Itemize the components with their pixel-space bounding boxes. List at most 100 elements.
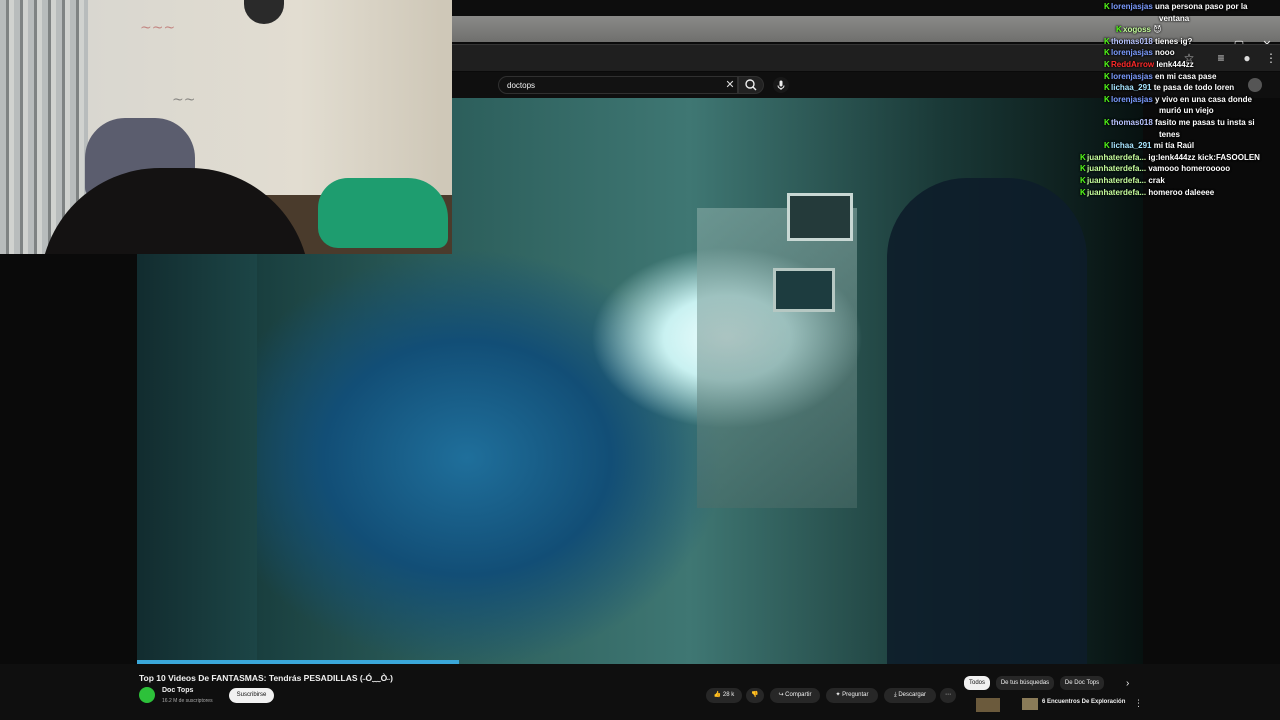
chat-username[interactable]: lorenjasjas bbox=[1111, 72, 1155, 81]
kick-badge-icon: K bbox=[1104, 118, 1110, 127]
subscribe-button[interactable]: Suscribirse bbox=[229, 688, 274, 703]
chat-message: Kxogoss 😈 bbox=[1116, 24, 1280, 35]
kick-badge-icon: K bbox=[1104, 60, 1110, 69]
kick-badge-icon: K bbox=[1104, 83, 1110, 93]
chat-text: crak bbox=[1148, 176, 1165, 185]
search-button[interactable] bbox=[738, 76, 764, 94]
like-button[interactable]: 👍 28 k bbox=[706, 688, 742, 703]
chat-username[interactable]: xogoss bbox=[1123, 25, 1153, 34]
share-label: Compartir bbox=[785, 692, 812, 698]
chat-message: tenes bbox=[1159, 129, 1180, 140]
chat-text: vamooo homerooooo bbox=[1148, 164, 1231, 174]
kick-badge-icon: K bbox=[1080, 187, 1086, 197]
video-frame-monitor-2 bbox=[773, 268, 835, 312]
dislike-button[interactable]: 👎 bbox=[746, 688, 764, 703]
recommendation-menu-icon[interactable]: ⋮ bbox=[1134, 698, 1143, 709]
kick-badge-icon: K bbox=[1104, 36, 1110, 46]
kick-badge-icon: K bbox=[1104, 2, 1110, 11]
kick-badge-icon: K bbox=[1104, 94, 1110, 104]
chat-text: una persona paso por la bbox=[1155, 2, 1248, 11]
chat-username[interactable]: lorenjasjas bbox=[1111, 95, 1155, 104]
video-frame-monitor bbox=[787, 193, 853, 241]
recommendation-thumbnail-2[interactable] bbox=[1022, 698, 1038, 710]
chip-from-channel[interactable]: De Doc Tops bbox=[1060, 676, 1104, 690]
recommendation-title[interactable]: 6 Encuentros De Exploración bbox=[1042, 699, 1125, 705]
search-input[interactable]: doctops bbox=[498, 76, 738, 94]
ask-button[interactable]: ✦ Preguntar bbox=[826, 688, 878, 703]
chat-username[interactable]: lorenjasjas bbox=[1111, 2, 1155, 11]
chat-username[interactable]: thomas018 bbox=[1111, 37, 1155, 46]
chat-text: lenk444zz bbox=[1156, 60, 1194, 69]
video-frame-machine bbox=[697, 208, 857, 508]
kick-badge-icon: K bbox=[1080, 152, 1086, 162]
chat-text: mi tía Raúl bbox=[1153, 141, 1195, 151]
chat-message: Klorenjasjas y vivo en una casa donde bbox=[1104, 94, 1280, 105]
webcam-overlay: ~~~ ~~ bbox=[0, 0, 452, 254]
chat-message: murió un viejo bbox=[1159, 105, 1214, 116]
chat-username[interactable]: juanhaterdefa... bbox=[1087, 188, 1148, 197]
like-count: 28 k bbox=[722, 692, 735, 698]
video-title: Top 10 Videos De FANTASMAS: Tendrás PESA… bbox=[139, 673, 393, 683]
webcam-lamp bbox=[244, 0, 284, 24]
share-icon: ↪ bbox=[778, 692, 784, 698]
chat-message: Klorenjasjas una persona paso por la bbox=[1104, 1, 1280, 12]
chat-message: Klorenjasjas nooo bbox=[1104, 47, 1280, 58]
chat-message: Kjuanhaterdefa... crak bbox=[1080, 175, 1280, 186]
close-icon[interactable]: ✕ bbox=[724, 79, 736, 91]
chat-message: Klichaa_291 te pasa de todo loren bbox=[1104, 82, 1280, 93]
chat-text: y vivo en una casa donde bbox=[1155, 94, 1252, 104]
chat-overlay: Klorenjasjas una persona paso por la vent… bbox=[1080, 0, 1280, 200]
kick-badge-icon: K bbox=[1080, 164, 1086, 174]
kick-badge-icon: K bbox=[1080, 176, 1086, 185]
chip-from-searches[interactable]: De tus búsquedas bbox=[996, 676, 1054, 690]
chat-username[interactable]: lichaa_291 bbox=[1111, 141, 1154, 150]
kick-badge-icon: K bbox=[1104, 48, 1110, 58]
more-icon: ⋯ bbox=[945, 692, 951, 698]
thumbs-up-icon: 👍 bbox=[713, 692, 722, 698]
chat-text: tienes ig? bbox=[1155, 36, 1193, 46]
more-actions-button[interactable]: ⋯ bbox=[940, 688, 956, 703]
chevron-right-icon[interactable]: › bbox=[1126, 678, 1129, 689]
sparkle-icon: ✦ bbox=[835, 692, 841, 698]
thumbs-down-icon: 👎 bbox=[751, 692, 759, 698]
channel-avatar[interactable] bbox=[139, 687, 155, 703]
chat-text: te pasa de todo loren bbox=[1153, 83, 1235, 93]
kick-badge-icon: K bbox=[1104, 141, 1110, 151]
chat-message: Kjuanhaterdefa... ig:lenk444zz kick:FASO… bbox=[1080, 152, 1280, 163]
chat-text: murió un viejo bbox=[1159, 106, 1214, 116]
chat-message: Kjuanhaterdefa... homeroo daleeee bbox=[1080, 187, 1280, 198]
chat-text: en mi casa pase bbox=[1155, 71, 1217, 81]
chat-text: nooo bbox=[1155, 48, 1175, 58]
recommendation-thumbnail[interactable] bbox=[976, 698, 1000, 712]
download-icon: ⤓ bbox=[893, 692, 897, 698]
chip-all[interactable]: Todos bbox=[964, 676, 990, 690]
voice-search-button[interactable] bbox=[773, 77, 789, 93]
ask-label: Preguntar bbox=[842, 692, 869, 698]
chat-username[interactable]: thomas018 bbox=[1111, 118, 1155, 127]
chat-username[interactable]: juanhaterdefa... bbox=[1087, 153, 1148, 162]
chat-username[interactable]: juanhaterdefa... bbox=[1087, 164, 1148, 173]
download-label: Descargar bbox=[898, 692, 926, 698]
chat-text: ig:lenk444zz kick:FASOOLEN bbox=[1148, 152, 1260, 162]
chat-text: homeroo daleeee bbox=[1148, 187, 1215, 197]
chat-message: Kthomas018 tienes ig? bbox=[1104, 36, 1280, 47]
chat-text: 😈 bbox=[1153, 25, 1162, 35]
download-button[interactable]: ⤓ Descargar bbox=[884, 688, 936, 703]
chat-username[interactable]: lichaa_291 bbox=[1111, 83, 1154, 92]
chat-message: Kthomas018 fasito me pasas tu insta si bbox=[1104, 117, 1280, 128]
channel-name[interactable]: Doc Tops bbox=[162, 687, 193, 694]
search-icon bbox=[745, 79, 757, 91]
chat-username[interactable]: lorenjasjas bbox=[1111, 48, 1155, 57]
chat-username[interactable]: ReddArrow bbox=[1111, 60, 1156, 69]
webcam-graffiti-2: ~~ bbox=[172, 92, 196, 108]
chat-message: KReddArrow lenk444zz bbox=[1104, 59, 1280, 70]
chat-message: Klorenjasjas en mi casa pase bbox=[1104, 71, 1280, 82]
mic-icon bbox=[777, 80, 785, 90]
kick-badge-icon: K bbox=[1104, 71, 1110, 81]
chat-username[interactable]: juanhaterdefa... bbox=[1087, 176, 1148, 185]
chat-message: ventana bbox=[1159, 13, 1189, 24]
chat-text: tenes bbox=[1159, 129, 1180, 139]
share-button[interactable]: ↪ Compartir bbox=[770, 688, 820, 703]
chat-message: Kjuanhaterdefa... vamooo homerooooo bbox=[1080, 163, 1280, 174]
chat-message: Klichaa_291 mi tía Raúl bbox=[1104, 140, 1280, 151]
